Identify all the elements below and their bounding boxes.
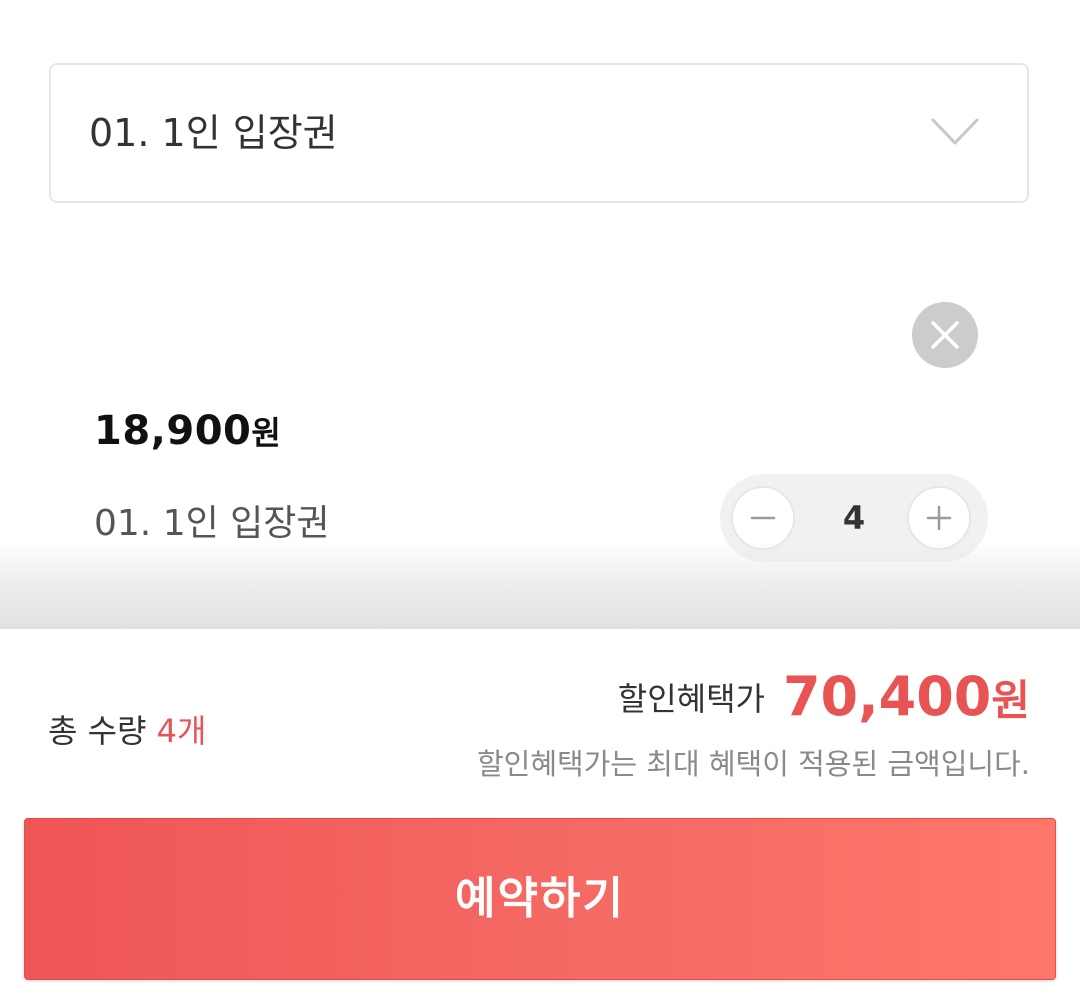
reserve-button-label: 예약하기 <box>455 873 625 924</box>
order-summary-sheet: 총 수량 4개 할인혜택가 70,400원 할인혜택가는 최대 혜택이 적용된 금… <box>0 629 1080 1002</box>
total-quantity: 총 수량 4개 <box>48 706 206 752</box>
item-price-number: 18,900 <box>94 408 252 454</box>
item-name: 01. 1인 입장권 <box>94 503 330 544</box>
reserve-button[interactable]: 예약하기 <box>24 818 1056 980</box>
total-quantity-label: 총 수량 <box>48 712 147 750</box>
bottom-sheet-shadow <box>0 540 1080 630</box>
discount-price: 70,400원 <box>783 665 1030 728</box>
select-selected-label: 01. 1인 입장권 <box>89 111 338 155</box>
discount-note: 할인혜택가는 최대 혜택이 적용된 금액입니다. <box>476 747 1030 781</box>
remove-item-button[interactable] <box>912 302 978 368</box>
ticket-option-select[interactable]: 01. 1인 입장권 <box>49 63 1029 203</box>
discount-price-label: 할인혜택가 <box>617 679 765 718</box>
discount-price-row: 할인혜택가 70,400원 <box>618 665 1030 728</box>
chevron-down-icon <box>931 117 979 147</box>
item-price-unit: 원 <box>251 414 282 452</box>
item-price: 18,900원 <box>94 408 281 454</box>
total-quantity-value: 4개 <box>156 712 207 750</box>
discount-price-unit: 원 <box>991 676 1030 725</box>
discount-price-number: 70,400 <box>782 665 992 728</box>
